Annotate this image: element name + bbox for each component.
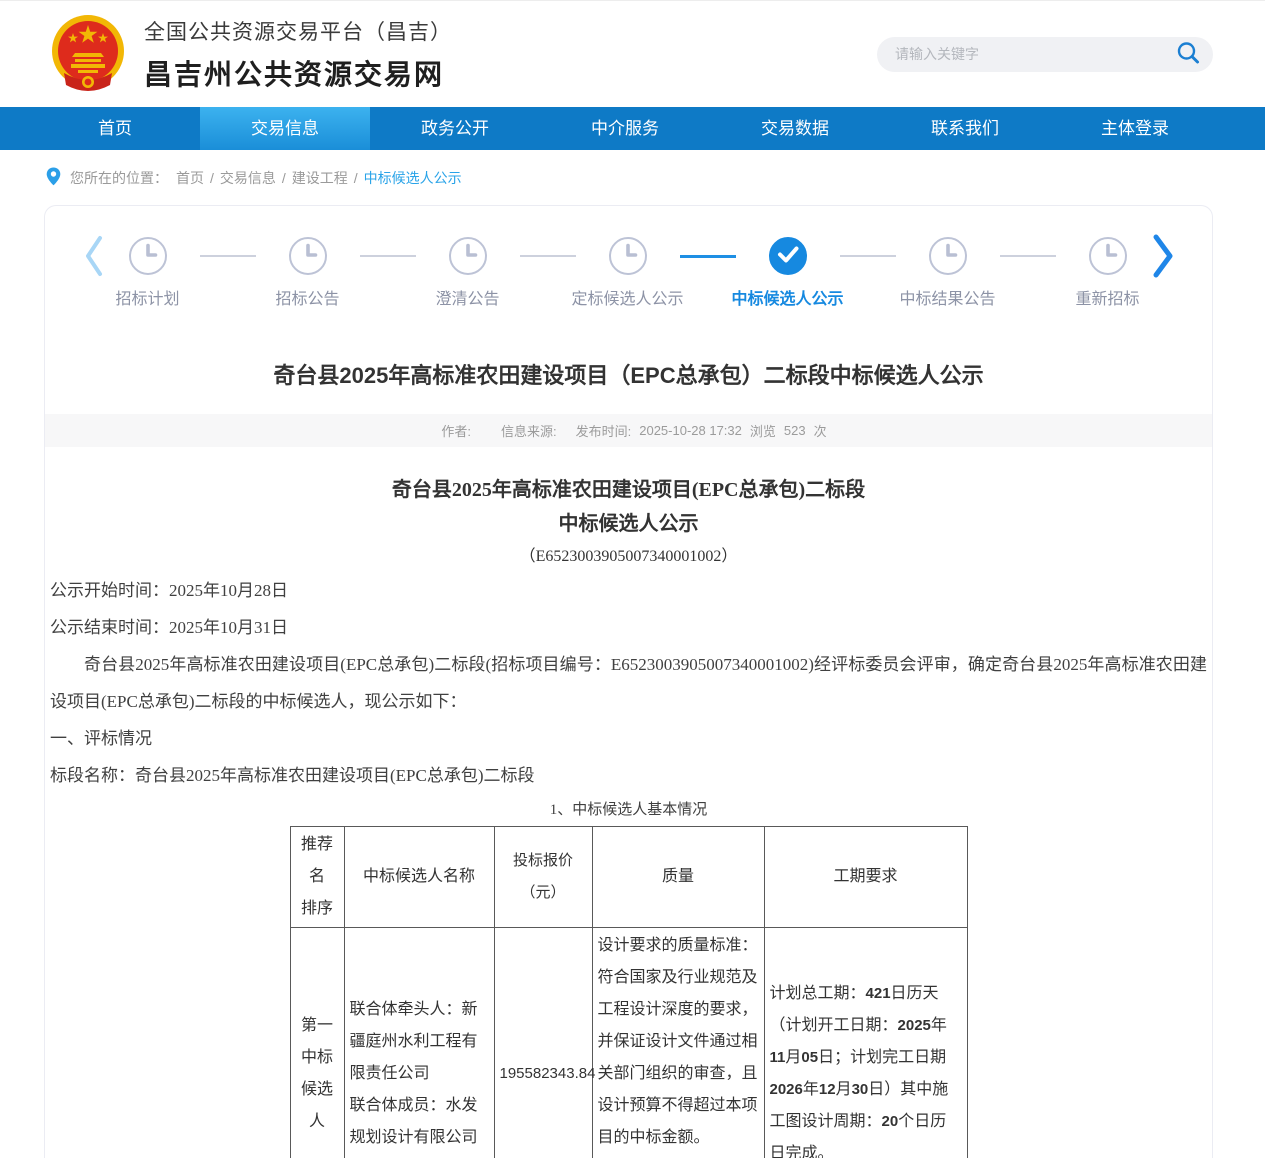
stepper-step-定标候选人公示[interactable]: 定标候选人公示	[609, 237, 647, 275]
step-label: 重新招标	[1075, 285, 1139, 309]
stepper-step-中标结果公告[interactable]: 中标结果公告	[929, 237, 967, 275]
breadcrumb-item[interactable]: 建设工程	[292, 170, 348, 186]
clock-icon	[291, 237, 325, 276]
step-label: 澄清公告	[435, 285, 499, 309]
step-label: 中标结果公告	[899, 285, 995, 309]
step-connector	[840, 255, 896, 257]
table-header-cell: 推荐名 排序	[290, 827, 344, 928]
nav-item-联系我们[interactable]: 联系我们	[880, 107, 1050, 150]
table-header-cell: 投标报价 （元）	[494, 827, 592, 928]
document-body: 奇台县2025年高标准农田建设项目(EPC总承包)二标段 中标候选人公示 （E6…	[45, 447, 1212, 1158]
breadcrumb-item[interactable]: 交易信息	[220, 170, 276, 186]
meta-views-unit: 次	[814, 421, 827, 440]
meta-author-label: 作者:	[441, 421, 471, 440]
table-caption: 1、中标候选人基本情况	[50, 797, 1207, 824]
nav-item-交易信息[interactable]: 交易信息	[200, 107, 370, 150]
step-label: 中标候选人公示	[731, 285, 843, 309]
step-connector	[1000, 255, 1056, 257]
site-logo-link[interactable]	[48, 13, 128, 95]
article-meta: 作者: 信息来源: 发布时间: 2025-10-28 17:32 浏览 523 …	[45, 414, 1212, 447]
clock-icon	[451, 237, 485, 276]
breadcrumb-item: 中标候选人公示	[364, 170, 462, 186]
doc-title-line1: 奇台县2025年高标准农田建设项目(EPC总承包)二标段	[50, 473, 1207, 507]
doc-project-code: （E6523003905007340001002）	[50, 541, 1207, 572]
step-connector	[360, 255, 416, 257]
location-pin-icon	[46, 167, 70, 189]
meta-views-label: 浏览	[750, 421, 776, 440]
step-circle	[769, 237, 807, 275]
clock-icon	[611, 237, 645, 276]
step-label: 招标公告	[275, 285, 339, 309]
doc-publicity-start: 公示开始时间：2025年10月28日	[50, 572, 1207, 609]
step-connector	[680, 255, 736, 258]
clock-icon	[931, 237, 965, 276]
table-cell-price: 195582343.84	[494, 928, 592, 1159]
stepper-step-招标公告[interactable]: 招标公告	[289, 237, 327, 275]
doc-title-line2: 中标候选人公示	[50, 507, 1207, 541]
stepper-step-澄清公告[interactable]: 澄清公告	[449, 237, 487, 275]
meta-views-count: 523	[784, 423, 806, 438]
table-cell-duration: 计划总工期：421日历天（计划开工日期：2025年11月05日；计划完工日期 2…	[764, 928, 967, 1159]
nav-item-政务公开[interactable]: 政务公开	[370, 107, 540, 150]
site-header: 全国公共资源交易平台（昌吉） 昌吉州公共资源交易网	[0, 0, 1265, 107]
step-label: 定标候选人公示	[571, 285, 683, 309]
stepper-step-中标候选人公示[interactable]: 中标候选人公示	[769, 237, 807, 275]
national-emblem-icon	[48, 13, 128, 95]
site-title: 昌吉州公共资源交易网	[144, 53, 452, 93]
breadcrumb-separator: /	[210, 170, 214, 186]
nav-item-交易数据[interactable]: 交易数据	[710, 107, 880, 150]
table-row: 第一中标候选人联合体牵头人：新疆庭州水利工程有限责任公司 联合体成员：水发规划设…	[290, 928, 967, 1159]
breadcrumb-prefix: 您所在的位置：	[70, 168, 168, 188]
nav-item-主体登录[interactable]: 主体登录	[1050, 107, 1220, 150]
step-label: 招标计划	[115, 285, 179, 309]
clock-icon	[1091, 237, 1125, 276]
meta-publish-time: 2025-10-28 17:32	[639, 423, 742, 438]
chevron-left-icon[interactable]	[83, 233, 105, 279]
table-header-cell: 质量	[592, 827, 764, 928]
check-icon	[771, 237, 805, 276]
step-circle	[1089, 237, 1127, 275]
doc-publicity-end: 公示结束时间：2025年10月31日	[50, 609, 1207, 646]
meta-publish-label: 发布时间:	[576, 421, 632, 440]
table-header-row: 推荐名 排序中标候选人名称投标报价 （元）质量工期要求	[290, 827, 967, 928]
process-stepper: 招标计划 招标公告 澄清公告	[45, 206, 1212, 336]
step-connector	[520, 255, 576, 257]
step-circle	[289, 237, 327, 275]
doc-section-name: 标段名称：奇台县2025年高标准农田建设项目(EPC总承包)二标段	[50, 757, 1207, 794]
step-circle	[449, 237, 487, 275]
breadcrumb: 您所在的位置： 首页 / 交易信息 / 建设工程 / 中标候选人公示	[0, 150, 1265, 205]
table-cell-quality: 设计要求的质量标准：符合国家及行业规范及工程设计深度的要求，并保证设计文件通过相…	[592, 928, 764, 1159]
clock-icon	[131, 237, 165, 276]
main-nav: 首页交易信息政务公开中介服务交易数据联系我们主体登录	[0, 107, 1265, 150]
breadcrumb-separator: /	[354, 170, 358, 186]
stepper-step-招标计划[interactable]: 招标计划	[129, 237, 167, 275]
table-header-cell: 工期要求	[764, 827, 967, 928]
chevron-right-icon[interactable]	[1151, 232, 1175, 280]
step-circle	[609, 237, 647, 275]
table-cell-rank: 第一中标候选人	[290, 928, 344, 1159]
table-cell-name: 联合体牵头人：新疆庭州水利工程有限责任公司 联合体成员：水发规划设计有限公司	[344, 928, 494, 1159]
meta-source-label: 信息来源:	[501, 421, 557, 440]
doc-section-heading: 一、评标情况	[50, 720, 1207, 757]
breadcrumb-item[interactable]: 首页	[176, 170, 204, 186]
stepper-step-重新招标[interactable]: 重新招标	[1089, 237, 1127, 275]
table-header-cell: 中标候选人名称	[344, 827, 494, 928]
step-circle	[129, 237, 167, 275]
content-card: 招标计划 招标公告 澄清公告	[44, 205, 1213, 1158]
site-subtitle: 全国公共资源交易平台（昌吉）	[144, 16, 452, 46]
search-input[interactable]	[895, 46, 1175, 62]
step-circle	[929, 237, 967, 275]
doc-paragraph: 奇台县2025年高标准农田建设项目(EPC总承包)二标段(招标项目编号：E652…	[50, 646, 1207, 720]
bid-candidates-table: 推荐名 排序中标候选人名称投标报价 （元）质量工期要求 第一中标候选人联合体牵头…	[290, 826, 968, 1158]
search-button[interactable]	[1175, 40, 1201, 69]
search-box	[877, 37, 1213, 72]
step-connector	[200, 255, 256, 257]
nav-item-首页[interactable]: 首页	[30, 107, 200, 150]
search-icon	[1175, 40, 1201, 69]
page-title: 奇台县2025年高标准农田建设项目（EPC总承包）二标段中标候选人公示	[45, 358, 1212, 390]
breadcrumb-separator: /	[282, 170, 286, 186]
nav-item-中介服务[interactable]: 中介服务	[540, 107, 710, 150]
